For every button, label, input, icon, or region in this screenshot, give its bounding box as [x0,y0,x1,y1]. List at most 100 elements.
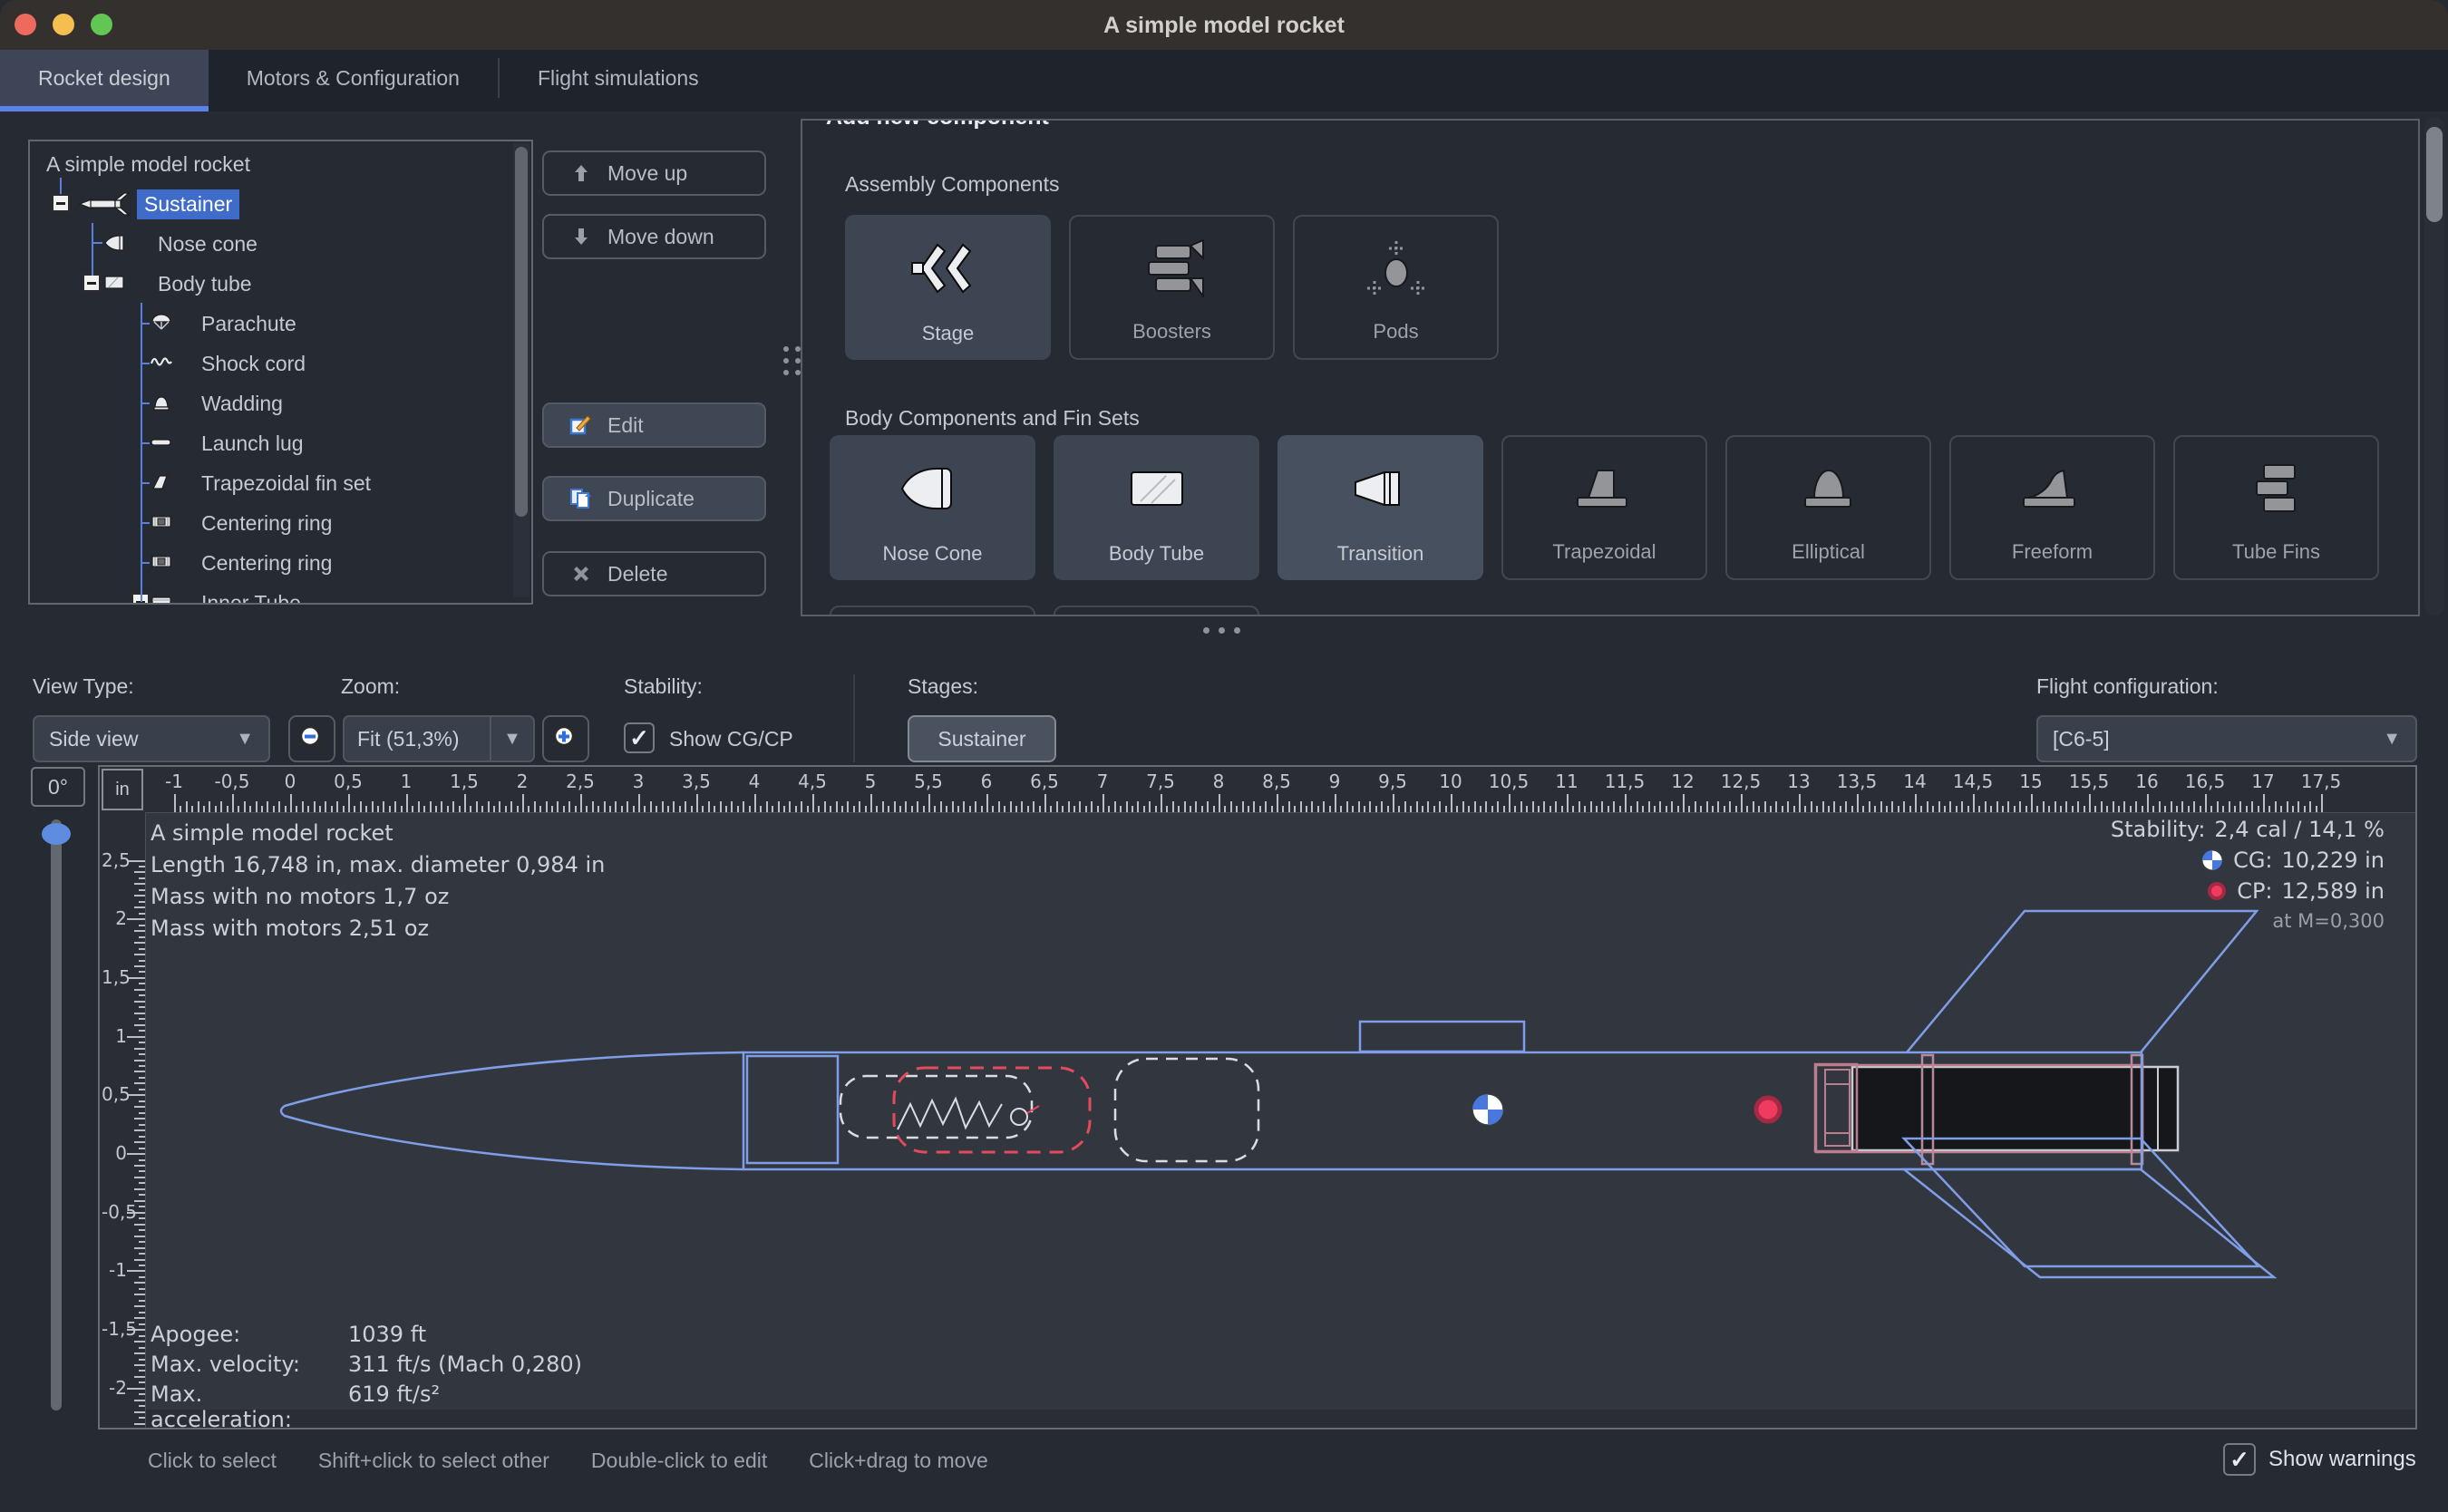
add-component-panel: Add new component Assembly Components St… [801,119,2420,616]
engine-block-outline[interactable] [1815,1064,1857,1151]
cg-icon [2200,848,2224,872]
assembly-components-label: Assembly Components [845,172,1060,197]
stage-toggle-sustainer[interactable]: Sustainer [908,715,1056,762]
show-cgcp-label: Show CG/CP [669,727,793,751]
edit-label: Edit [607,413,644,438]
move-up-button[interactable]: Move up [542,150,766,196]
apogee-row: Apogee:1039 ft [151,1322,582,1352]
tree-row-body-tube[interactable]: Body tube [30,263,531,303]
component-card-elliptical[interactable]: Elliptical [1725,435,1931,580]
title-bar: A simple model rocket [0,0,2448,50]
nose-cone-shoulder[interactable] [747,1056,838,1163]
parachute-icon [150,311,173,334]
tree-row-root[interactable]: A simple model rocket [30,143,531,183]
inner-tube-icon [150,590,173,605]
add-component-title: Add new component [815,119,1060,131]
component-card-body-tube[interactable]: Body Tube [1054,435,1259,580]
rotation-slider-track[interactable] [51,819,62,1410]
nose-cone-outline[interactable] [281,1052,743,1169]
tree-row-launch-lug[interactable]: Launch lug [30,422,531,462]
stages-label: Stages: [908,674,978,699]
component-card-trapezoidal[interactable]: Trapezoidal [1501,435,1707,580]
component-card-tube-fins[interactable]: Tube Fins [2173,435,2379,580]
tab-rocket-design[interactable]: Rocket design [0,50,209,111]
vertical-ruler: 2,521,510,50-0,5-1-1,5-2-2,5 [100,812,146,1428]
move-up-label: Move up [607,161,687,186]
body-tube-component-icon [1054,435,1259,542]
freeform-component-icon [1951,437,2153,540]
tree-expander-icon[interactable] [83,274,101,292]
show-cgcp-checkbox[interactable]: ✓ [624,722,655,753]
component-card-transition[interactable]: Transition [1277,435,1483,580]
view-type-select[interactable]: Side view ▼ [33,715,270,762]
vertical-splitter-handle[interactable] [783,346,801,375]
body-tube-icon [102,271,126,295]
component-card-freeform[interactable]: Freeform [1949,435,2155,580]
launch-lug-outline[interactable] [1360,1022,1524,1052]
component-card-boosters[interactable]: Boosters [1069,215,1275,360]
delete-x-icon [568,563,595,585]
cp-marker [1756,1098,1780,1121]
duplicate-label: Duplicate [607,487,695,511]
component-card-stage[interactable]: Stage [845,215,1051,360]
nose-cone-component-icon [830,435,1035,542]
component-card-partial[interactable] [830,606,1035,616]
zoom-level-combobox[interactable]: Fit (51,3%) ▼ [343,715,535,762]
window-scrollbar-thumb[interactable] [2426,127,2443,222]
tab-motors-configuration[interactable]: Motors & Configuration [209,50,498,106]
show-warnings-checkbox[interactable]: ✓ [2223,1443,2256,1476]
zoom-in-button[interactable] [542,715,589,762]
delete-button[interactable]: Delete [542,551,766,596]
cp-icon [2206,880,2228,902]
tree-row-shock-cord[interactable]: Shock cord [30,343,531,383]
delete-label: Delete [607,562,667,586]
pods-component-icon [1295,217,1497,320]
tree-row-parachute[interactable]: Parachute [30,303,531,343]
tree-row-sustainer[interactable]: Sustainer [30,183,531,223]
arrow-down-icon [568,226,595,247]
flight-configuration-select[interactable]: [C6-5] ▼ [2036,715,2417,762]
move-down-button[interactable]: Move down [542,214,766,259]
flight-data-block: Apogee:1039 ft Max. velocity:311 ft/s (M… [151,1322,582,1411]
rotation-slider-thumb[interactable] [42,823,71,845]
wadding-outline[interactable] [1115,1059,1258,1161]
tree-row-centering-ring[interactable]: Centering ring [30,502,531,542]
edit-button[interactable]: Edit [542,402,766,448]
centering-ring-icon [150,510,173,534]
parachute-outline[interactable] [894,1068,1090,1152]
fin-bottom-1[interactable] [1904,1139,2259,1266]
component-card-pods[interactable]: Pods [1293,215,1499,360]
zoom-level-value: Fit (51,3%) [345,727,490,751]
horizontal-ruler: -1-0,500,511,522,533,544,555,566,577,588… [100,767,2417,813]
duplicate-button[interactable]: Duplicate [542,476,766,521]
horizontal-splitter-handle[interactable] [1203,627,1240,634]
duplicate-icon [568,487,595,510]
tree-scrollbar-thumb[interactable] [515,147,528,517]
shock-cord-outline[interactable] [840,1076,1032,1138]
tree-expander-icon[interactable] [52,194,70,212]
rotation-angle-indicator: 0° [31,767,85,807]
tab-flight-simulations[interactable]: Flight simulations [500,50,737,106]
show-warnings-label: Show warnings [2268,1447,2416,1472]
rocket-info-block: A simple model rocket Length 16,748 in, … [151,818,605,945]
view-type-value: Side view [49,727,138,751]
mach-note: at M=0,300 [2111,906,2385,935]
zoom-label: Zoom: [341,674,400,699]
centering-ring-icon [150,550,173,574]
status-hint: Click to select [148,1449,277,1473]
toolbar-separator [853,674,855,762]
move-down-label: Move down [607,225,714,249]
tree-row-nose-cone[interactable]: Nose cone [30,223,531,263]
tree-row-inner-tube[interactable]: Inner Tube [30,582,531,605]
component-card-nose-cone[interactable]: Nose Cone [830,435,1035,580]
tube-fins-component-icon [2175,437,2377,540]
zoom-out-button[interactable] [288,715,335,762]
flight-configuration-label: Flight configuration: [2036,674,2219,699]
tree-row-wadding[interactable]: Wadding [30,383,531,422]
magnifier-minus-icon [296,723,327,754]
tree-row-trapezoidal-fin-set[interactable]: Trapezoidal fin set [30,462,531,502]
tree-row-centering-ring[interactable]: Centering ring [30,542,531,582]
cg-marker [1472,1094,1503,1125]
component-card-partial[interactable] [1054,606,1259,616]
rocket-design-canvas[interactable]: -1-0,500,511,522,533,544,555,566,577,588… [98,765,2417,1430]
